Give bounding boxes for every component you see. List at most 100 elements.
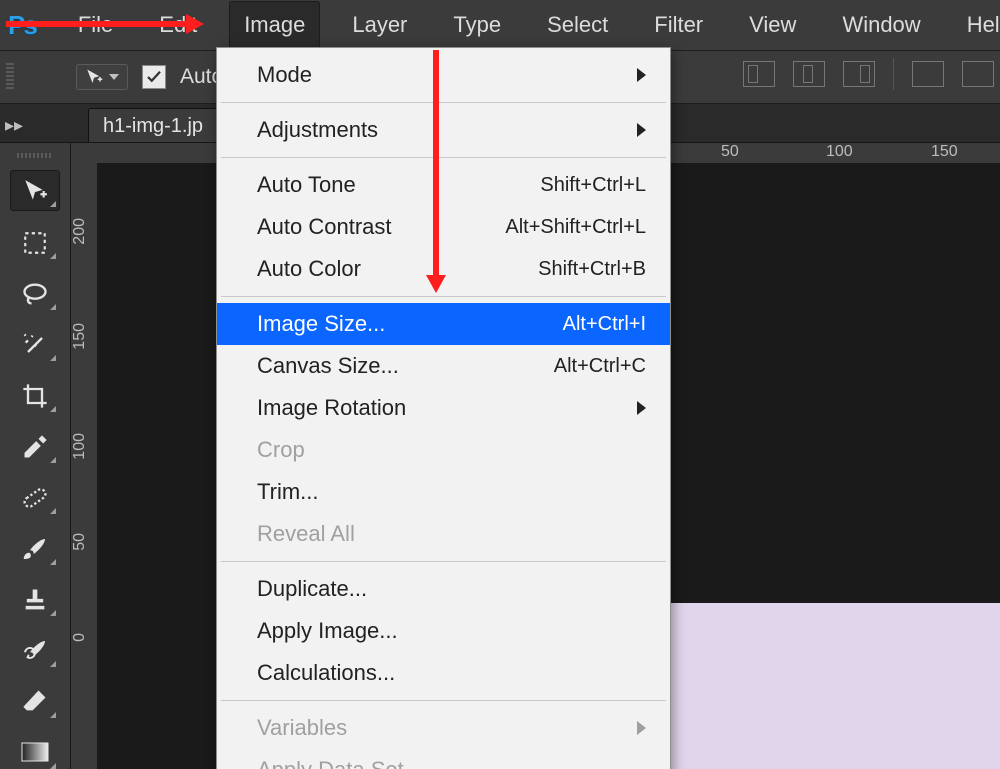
separator (221, 561, 666, 562)
label: Auto Contrast (257, 214, 392, 240)
move-cursor-icon (22, 178, 48, 204)
label: Mode (257, 62, 312, 88)
separator (221, 296, 666, 297)
expand-panels-icon[interactable]: ▸▸ (0, 115, 28, 142)
menu-crop: Crop (217, 429, 670, 471)
ruler-mark: 0 (71, 633, 97, 642)
label: Image Size... (257, 311, 385, 337)
menu-layer[interactable]: Layer (338, 2, 421, 48)
label: Apply Data Set... (257, 757, 422, 769)
menu-filter[interactable]: Filter (640, 2, 717, 48)
shortcut: Alt+Ctrl+I (563, 313, 646, 336)
move-cursor-icon (85, 68, 103, 86)
grip-icon (6, 63, 14, 91)
label: Apply Image... (257, 618, 398, 644)
healing-brush-tool[interactable] (11, 478, 59, 517)
magic-wand-tool[interactable] (11, 325, 59, 364)
ruler-mark: 100 (826, 143, 853, 161)
submenu-arrow-icon (637, 721, 646, 735)
grip-icon (17, 153, 53, 158)
label: Auto Color (257, 256, 361, 282)
distribute-icon[interactable] (962, 61, 994, 87)
separator (221, 157, 666, 158)
ruler-mark: 200 (71, 218, 97, 245)
lasso-icon (21, 280, 49, 308)
label: Auto Tone (257, 172, 356, 198)
artboard-image (657, 603, 1000, 769)
ruler-mark: 150 (71, 323, 97, 350)
bandaid-icon (21, 484, 49, 512)
label: Crop (257, 437, 305, 463)
menu-apply-image[interactable]: Apply Image... (217, 610, 670, 652)
label: Reveal All (257, 521, 355, 547)
distribute-icon[interactable] (912, 61, 944, 87)
ruler-mark: 100 (71, 433, 97, 460)
document-tab[interactable]: h1-img-1.jp (88, 108, 218, 142)
move-tool[interactable] (10, 170, 60, 211)
menu-canvas-size[interactable]: Canvas Size... Alt+Ctrl+C (217, 345, 670, 387)
submenu-arrow-icon (637, 123, 646, 137)
eyedropper-tool[interactable] (11, 427, 59, 466)
label: Adjustments (257, 117, 378, 143)
label: Image Rotation (257, 395, 406, 421)
stamp-icon (21, 586, 49, 614)
menu-auto-contrast[interactable]: Auto Contrast Alt+Shift+Ctrl+L (217, 206, 670, 248)
clone-stamp-tool[interactable] (11, 580, 59, 619)
menu-window[interactable]: Window (828, 2, 934, 48)
brush-tool[interactable] (11, 529, 59, 568)
menu-help[interactable]: Help (953, 2, 1000, 48)
chevron-down-icon (109, 74, 119, 80)
toolbox (0, 143, 71, 769)
label: Trim... (257, 479, 319, 505)
eraser-tool[interactable] (11, 682, 59, 721)
check-icon (145, 68, 163, 86)
history-brush-icon (20, 636, 50, 666)
crop-tool[interactable] (11, 376, 59, 415)
align-icon[interactable] (843, 61, 875, 87)
history-brush-tool[interactable] (11, 631, 59, 670)
gradient-tool[interactable] (11, 733, 59, 769)
label: Canvas Size... (257, 353, 399, 379)
brush-icon (20, 534, 50, 564)
menu-adjustments[interactable]: Adjustments (217, 109, 670, 151)
marquee-tool[interactable] (11, 223, 59, 262)
menu-duplicate[interactable]: Duplicate... (217, 568, 670, 610)
menu-mode[interactable]: Mode (217, 54, 670, 96)
annotation-arrow-horizontal (6, 21, 186, 27)
align-icon[interactable] (793, 61, 825, 87)
label: Duplicate... (257, 576, 367, 602)
image-menu-dropdown: Mode Adjustments Auto Tone Shift+Ctrl+L … (216, 47, 671, 769)
align-icon[interactable] (743, 61, 775, 87)
magic-wand-icon (21, 331, 49, 359)
shortcut: Shift+Ctrl+L (540, 174, 646, 197)
menu-select[interactable]: Select (533, 2, 622, 48)
separator (221, 102, 666, 103)
menu-apply-data-set: Apply Data Set... (217, 749, 670, 769)
menu-calculations[interactable]: Calculations... (217, 652, 670, 694)
ruler-mark: 50 (71, 533, 97, 551)
menu-image[interactable]: Image (229, 1, 320, 49)
menu-image-rotation[interactable]: Image Rotation (217, 387, 670, 429)
shortcut: Shift+Ctrl+B (538, 258, 646, 281)
label: Variables (257, 715, 347, 741)
eraser-icon (21, 687, 49, 715)
gradient-icon (21, 742, 49, 762)
menu-type[interactable]: Type (439, 2, 515, 48)
menu-variables: Variables (217, 707, 670, 749)
marquee-icon (22, 230, 48, 256)
tool-preset-picker[interactable] (76, 64, 128, 90)
separator (221, 700, 666, 701)
vertical-ruler: 200 150 100 50 0 (71, 163, 98, 769)
submenu-arrow-icon (637, 401, 646, 415)
crop-icon (21, 382, 49, 410)
menu-view[interactable]: View (735, 2, 810, 48)
auto-select-checkbox[interactable] (142, 65, 166, 89)
menu-auto-tone[interactable]: Auto Tone Shift+Ctrl+L (217, 164, 670, 206)
menu-image-size[interactable]: Image Size... Alt+Ctrl+I (217, 303, 670, 345)
lasso-tool[interactable] (11, 274, 59, 313)
eyedropper-icon (21, 433, 49, 461)
menu-trim[interactable]: Trim... (217, 471, 670, 513)
ruler-mark: 150 (931, 143, 958, 161)
shortcut: Alt+Shift+Ctrl+L (505, 216, 646, 239)
annotation-arrow-vertical (433, 50, 439, 275)
